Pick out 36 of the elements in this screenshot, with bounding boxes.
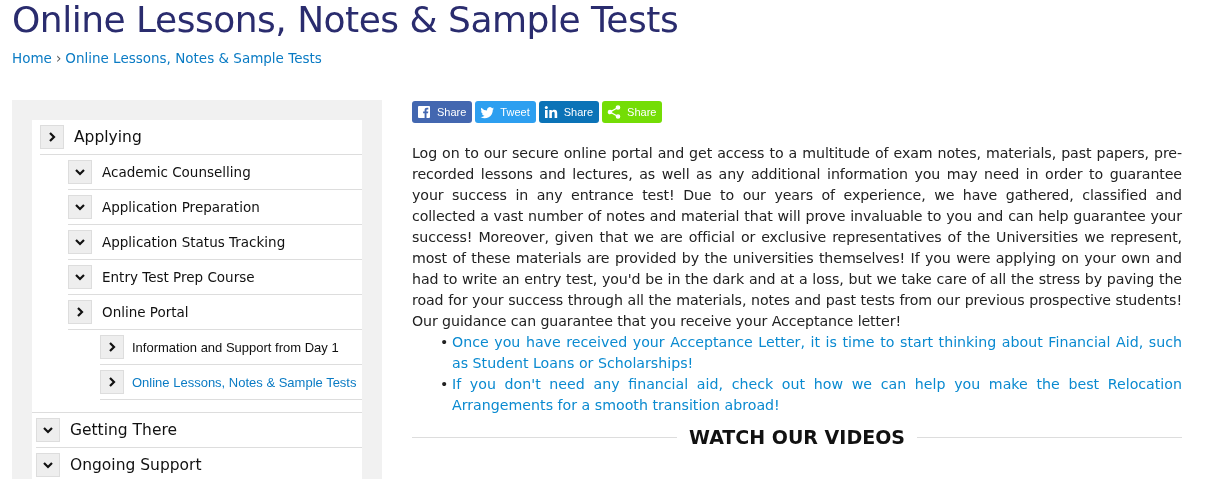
bullet: • [440, 333, 446, 352]
bullet: • [440, 375, 446, 394]
chevron-right-icon[interactable] [68, 300, 92, 324]
sidebar-item[interactable]: Information and Support from Day 1 [100, 330, 362, 365]
sidebar-item[interactable]: Entry Test Prep Course [68, 260, 362, 295]
chevron-down-icon[interactable] [68, 265, 92, 289]
sidebar-item[interactable]: Ongoing Support [36, 448, 362, 479]
linkedin-share-button[interactable]: Share [538, 101, 600, 123]
section-heading: WATCH OUR VIDEOS [689, 426, 905, 448]
share-icon [607, 105, 622, 119]
sidebar-item[interactable]: Getting There [36, 413, 362, 448]
sidebar-item[interactable]: Online Lessons, Notes & Sample Tests [100, 365, 362, 400]
sidebar-item[interactable]: Applying [40, 120, 362, 155]
chevron-down-icon[interactable] [68, 195, 92, 219]
article-link[interactable]: If you don't need any financial aid, check out how we can help you make the best Relocation Arrangements for a smooth transition abroad! [452, 374, 1182, 416]
facebook-share-button[interactable]: Share [412, 101, 473, 123]
chevron-right-icon[interactable] [100, 335, 124, 359]
breadcrumb-link[interactable]: Online Lessons, Notes & Sample Tests [65, 50, 322, 66]
chevron-down-icon[interactable] [68, 230, 92, 254]
sidebar-item[interactable]: Application Status Tracking [68, 225, 362, 260]
sidebar-item[interactable]: Application Preparation [68, 190, 362, 225]
breadcrumb-link[interactable]: Home [12, 50, 52, 66]
sidebar-item[interactable]: Online Portal [68, 295, 362, 330]
facebook-icon [417, 105, 431, 119]
article-link[interactable]: Once you have received your Acceptance Letter, it is time to start thinking about Financial Aid, such as Student Loans or Scholarships! [452, 332, 1182, 374]
linkedin-icon [543, 105, 558, 119]
bird-icon [480, 105, 495, 119]
chevron-down-icon[interactable] [36, 418, 60, 442]
chevron-down-icon[interactable] [36, 453, 60, 477]
page-title: Online Lessons, Notes & Sample Tests [12, 0, 680, 40]
chevron-right-icon[interactable] [100, 370, 124, 394]
chevron-right-icon[interactable] [40, 125, 64, 149]
chevron-down-icon[interactable] [68, 160, 92, 184]
breadcrumb-separator: › [55, 50, 62, 66]
sidebar-item[interactable]: Academic Counselling [68, 155, 362, 190]
article-paragraph: Log on to our secure online portal and get access to a multitude of exam notes, materials, past papers, pre-recorded lessons and lectures, as well as any additional information you may need in order to guarantee your success in any entrance test! Due to our years of experience, we have gathered, classified and collected a vast number of notes and material that will prove invaluable to you and can help guarantee your success! Moreover, given that we are official or exclusive representatives of the Universities we represent, most of these materials are provided by the universities themselves! If you were applying on your own and had to write an entry test, you'd be in the dark and at a loss, but we take care of all the stress by paving the road for your success through all the materials, notes and past tests from our previous prospective students! Our guidance can guarantee that you receive your Acceptance letter! [412, 144, 1182, 331]
